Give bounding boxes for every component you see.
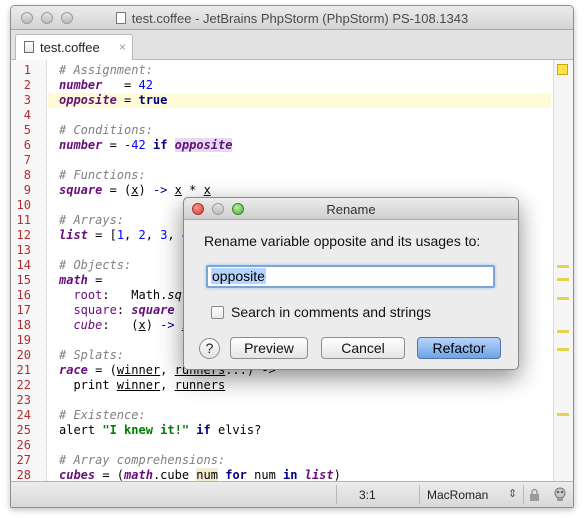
error-stripe[interactable] [553,60,573,483]
lock-icon[interactable] [529,488,540,501]
selected-text: opposite [211,268,266,284]
tab-test-coffee[interactable]: test.coffee × [15,34,133,60]
search-comments-label[interactable]: Search in comments and strings [231,304,431,320]
code-line: opposite = true [59,93,168,107]
coffee-file-icon [24,41,34,53]
code-line: square: square [73,303,175,317]
rename-dialog: Rename Rename variable opposite and its … [183,197,519,370]
code-line: number = 42 [59,78,153,92]
line-number: 23 [16,393,31,407]
status-separator [523,485,524,504]
file-icon [115,12,126,24]
line-number: 19 [16,333,31,347]
code-line: # Array comprehensions: [59,453,226,467]
new-name-input[interactable]: opposite [206,265,495,288]
line-number: 8 [23,168,31,182]
code-line: # Conditions: [59,123,153,137]
analysis-status-icon[interactable] [557,64,568,75]
code-line: print winner, runners [59,378,226,392]
stripe-mark[interactable] [557,297,569,300]
line-number: 4 [23,108,31,122]
line-number: 21 [16,363,31,377]
code-line: square = (x) -> x * x [59,183,211,197]
line-number: 17 [16,303,31,317]
code-line: # Objects: [59,258,132,272]
status-bar: 3:1 MacRoman ⇕ [11,481,573,507]
dialog-title-bar: Rename [184,198,518,220]
line-number: 2 [23,78,31,92]
rename-prompt: Rename variable opposite and its usages … [204,233,481,249]
caret-position[interactable]: 3:1 [359,488,376,502]
status-separator [336,485,337,504]
line-number: 6 [23,138,31,152]
stripe-mark[interactable] [557,348,569,351]
line-number: 3 [23,93,31,107]
window-title: test.coffee - JetBrains PhpStorm (PhpSto… [11,11,573,26]
line-number: 16 [16,288,31,302]
line-number: 12 [16,228,31,242]
line-number: 26 [16,438,31,452]
tab-close-icon[interactable]: × [119,40,126,54]
help-button[interactable]: ? [199,338,220,359]
line-number: 9 [23,183,31,197]
code-line: cubes = (math.cube num for num in list) [59,468,341,482]
line-number: 13 [16,243,31,257]
code-line: alert "I knew it!" if elvis? [59,423,262,437]
code-line: # Existence: [59,408,146,422]
code-line: math = [59,273,103,287]
line-number: 18 [16,318,31,332]
cancel-button[interactable]: Cancel [321,337,405,359]
dialog-title: Rename [326,202,376,217]
line-number: 28 [16,468,31,482]
preview-button[interactable]: Preview [230,337,308,359]
line-number: 7 [23,153,31,167]
inspector-icon[interactable] [552,486,568,502]
stripe-mark[interactable] [557,265,569,268]
status-separator [419,485,420,504]
code-line: # Arrays: [59,213,125,227]
search-comments-checkbox[interactable] [211,306,224,319]
line-number: 20 [16,348,31,362]
line-number: 24 [16,408,31,422]
refactor-button[interactable]: Refactor [417,337,501,359]
line-number: 5 [23,123,31,137]
tab-label: test.coffee [40,40,100,55]
encoding-selector[interactable]: MacRoman [427,488,488,502]
code-line: # Splats: [59,348,125,362]
line-number: 10 [16,198,31,212]
title-bar: test.coffee - JetBrains PhpStorm (PhpSto… [11,6,573,30]
line-number: 22 [16,378,31,392]
line-number: 27 [16,453,31,467]
editor-tab-bar: test.coffee × [11,30,573,60]
code-line: root: Math.sqrt [73,288,197,302]
code-line: number = -42 if opposite [59,138,233,152]
stripe-mark[interactable] [557,330,569,333]
line-number: 15 [16,273,31,287]
stripe-mark[interactable] [557,413,569,416]
stripe-mark[interactable] [557,278,569,281]
line-number: 14 [16,258,31,272]
code-line: # Functions: [59,168,146,182]
line-number: 11 [16,213,31,227]
line-number: 1 [23,63,31,77]
encoding-dropdown-icon[interactable]: ⇕ [508,487,517,500]
code-line: # Assignment: [59,63,153,77]
line-number: 25 [16,423,31,437]
